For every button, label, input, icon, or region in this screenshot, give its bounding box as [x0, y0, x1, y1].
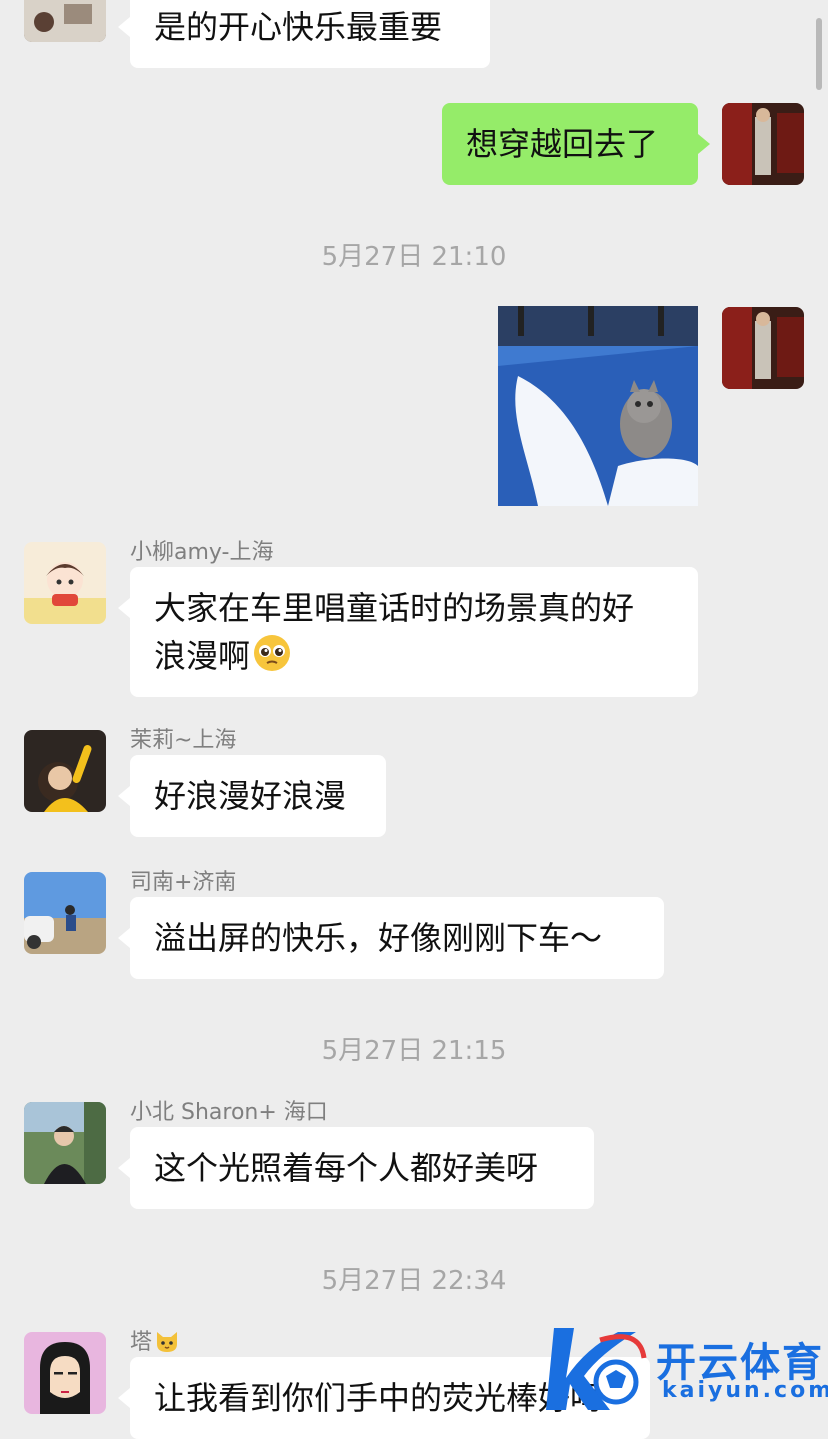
sender-name: 司南+济南: [130, 870, 237, 895]
message-bubble[interactable]: 是的开心快乐最重要: [118, 0, 490, 68]
message-bubble[interactable]: 这个光照着每个人都好美呀: [118, 1127, 594, 1209]
avatar-contact-4[interactable]: [24, 872, 106, 954]
sender-name: 小柳amy-上海: [130, 540, 274, 565]
message-bubble[interactable]: 溢出屏的快乐，好像刚刚下车～: [118, 897, 664, 979]
sender-name: 塔: [130, 1324, 180, 1356]
sender-name: 茉莉~上海: [130, 728, 237, 753]
sender-name-text: 塔: [130, 1330, 153, 1355]
avatar-contact-1[interactable]: [24, 0, 106, 42]
message-text: 想穿越回去了: [466, 125, 659, 163]
avatar-contact-3[interactable]: [24, 730, 106, 812]
avatar-contact-5[interactable]: [24, 1102, 106, 1184]
avatar-contact-6[interactable]: [24, 1332, 106, 1414]
message-text: 浪漫啊: [154, 637, 251, 675]
message-text: 这个光照着每个人都好美呀: [154, 1149, 539, 1187]
watermark: 开云体育 kaiyun.com: [540, 1318, 828, 1418]
message-text: 让我看到你们手中的荧光棒好吗: [154, 1379, 603, 1417]
brand-logo-icon: [546, 1328, 647, 1410]
my-message-bubble[interactable]: 想穿越回去了: [442, 103, 710, 185]
timestamp: 5月27日 22:34: [321, 1266, 507, 1296]
message-text: 溢出屏的快乐，好像刚刚下车～: [154, 919, 603, 957]
timestamp: 5月27日 21:15: [321, 1036, 507, 1066]
pleading-face-emoji-icon: [254, 635, 291, 671]
scrollbar[interactable]: [816, 18, 822, 90]
message-text: 是的开心快乐最重要: [154, 8, 443, 46]
message-text: 大家在车里唱童话时的场景真的好: [154, 589, 635, 627]
timestamp: 5月27日 21:10: [321, 242, 507, 272]
message-text: 好浪漫好浪漫: [154, 777, 347, 815]
message-bubble[interactable]: 好浪漫好浪漫: [118, 755, 386, 837]
my-avatar[interactable]: [722, 307, 804, 389]
avatar-contact-2[interactable]: [24, 542, 106, 624]
my-avatar[interactable]: [722, 103, 804, 185]
sender-name: 小北 Sharon+ 海口: [130, 1100, 328, 1125]
watermark-text-en: kaiyun.com: [662, 1378, 828, 1403]
message-bubble[interactable]: 大家在车里唱童话时的场景真的好 浪漫啊: [118, 567, 698, 697]
cat-face-emoji-icon: [157, 1332, 178, 1352]
image-message[interactable]: [498, 306, 698, 506]
